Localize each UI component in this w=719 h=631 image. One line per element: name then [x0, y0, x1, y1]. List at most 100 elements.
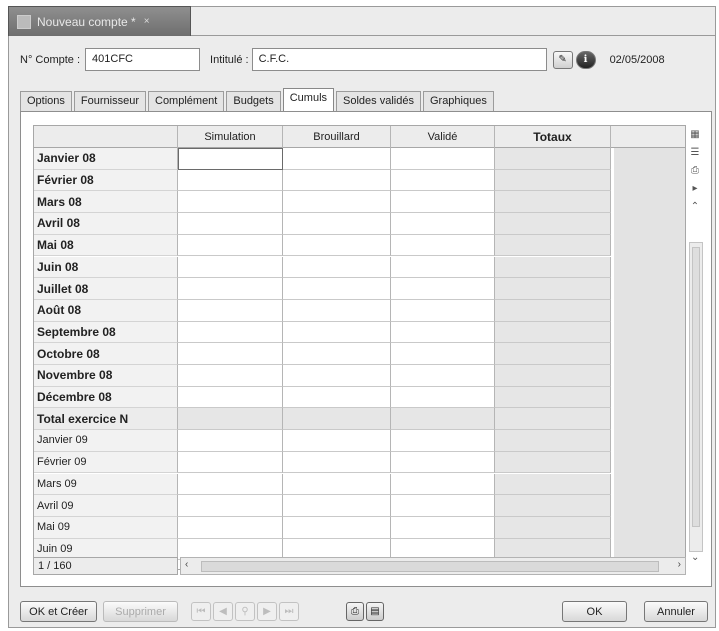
table-cell[interactable]: [495, 495, 611, 517]
table-cell[interactable]: [283, 191, 391, 214]
col-header-valide[interactable]: Validé: [391, 126, 495, 148]
table-cell[interactable]: [178, 430, 283, 452]
table-cell[interactable]: [178, 256, 283, 279]
table-cell[interactable]: [495, 430, 611, 452]
table-cell[interactable]: [495, 169, 611, 192]
table-cell[interactable]: [283, 148, 391, 170]
table-cell[interactable]: [391, 495, 495, 517]
vertical-scroll-thumb[interactable]: [692, 247, 700, 527]
table-cell[interactable]: [391, 234, 495, 257]
scroll-left-icon[interactable]: ‹: [185, 559, 188, 570]
table-cell[interactable]: [391, 430, 495, 452]
table-cell[interactable]: [495, 408, 611, 431]
note-icon[interactable]: ✎: [552, 50, 573, 69]
table-cell[interactable]: [178, 386, 283, 409]
table-cell[interactable]: [283, 343, 391, 365]
window-tab[interactable]: Nouveau compte * ×: [8, 6, 191, 36]
table-cell[interactable]: [495, 321, 611, 344]
table-cell[interactable]: [495, 473, 611, 496]
annuler-button[interactable]: Annuler: [644, 601, 708, 622]
tab-cumuls[interactable]: Cumuls: [282, 88, 335, 111]
table-cell[interactable]: [178, 213, 283, 235]
intitule-input[interactable]: C.F.C.: [251, 48, 547, 71]
table-cell[interactable]: [391, 278, 495, 300]
scroll-down-icon[interactable]: ⌄: [691, 552, 699, 563]
col-header-simulation[interactable]: Simulation: [178, 126, 283, 148]
table-cell[interactable]: [495, 234, 611, 257]
table-cell[interactable]: [391, 256, 495, 279]
table-cell[interactable]: [391, 473, 495, 496]
horizontal-scroll-thumb[interactable]: [201, 561, 659, 572]
tab-options[interactable]: Options: [20, 91, 72, 111]
table-cell[interactable]: [283, 473, 391, 496]
table-cell[interactable]: [283, 430, 391, 452]
table-cell[interactable]: [391, 365, 495, 387]
scroll-right-icon[interactable]: ›: [678, 559, 681, 570]
table-cell[interactable]: [495, 451, 611, 474]
table-cell[interactable]: [283, 495, 391, 517]
table-cell[interactable]: [283, 299, 391, 322]
supprimer-button[interactable]: Supprimer: [103, 601, 178, 622]
compte-input[interactable]: 401CFC: [85, 48, 201, 71]
table-cell[interactable]: [178, 365, 283, 387]
table-cell[interactable]: [178, 321, 283, 344]
table-cell[interactable]: [495, 191, 611, 214]
printer-icon[interactable]: ⎙: [687, 161, 703, 179]
table-cell[interactable]: [283, 408, 391, 431]
list-icon[interactable]: ☰: [687, 143, 703, 161]
table-cell[interactable]: [283, 169, 391, 192]
table-cell[interactable]: [178, 299, 283, 322]
tab-fournisseur[interactable]: Fournisseur: [73, 91, 146, 111]
table-cell[interactable]: [391, 148, 495, 170]
table-cell[interactable]: [391, 516, 495, 539]
table-cell[interactable]: [178, 278, 283, 300]
print-icon[interactable]: ⎙: [346, 602, 364, 621]
arrow-right-icon[interactable]: ▸: [687, 179, 703, 197]
table-cell[interactable]: [495, 213, 611, 235]
search-record-icon[interactable]: ⚲: [235, 602, 255, 621]
table-cell[interactable]: [391, 299, 495, 322]
table-cell[interactable]: [283, 516, 391, 539]
close-icon[interactable]: ×: [144, 16, 150, 27]
table-cell[interactable]: [178, 408, 283, 431]
table-cell[interactable]: [391, 451, 495, 474]
ok-button[interactable]: OK: [562, 601, 627, 622]
table-cell[interactable]: [178, 473, 283, 496]
table-cell[interactable]: [495, 148, 611, 170]
table-cell[interactable]: [178, 495, 283, 517]
table-cell[interactable]: [391, 321, 495, 344]
table-cell[interactable]: [283, 451, 391, 474]
table-cell[interactable]: [391, 169, 495, 192]
info-icon[interactable]: ℹ: [575, 50, 596, 69]
table-cell[interactable]: [495, 299, 611, 322]
table-cell[interactable]: [495, 278, 611, 300]
table-cell[interactable]: [178, 169, 283, 192]
first-record-icon[interactable]: ⏮: [191, 602, 211, 621]
table-cell[interactable]: [391, 213, 495, 235]
table-cell[interactable]: [178, 343, 283, 365]
table-cell[interactable]: [283, 234, 391, 257]
last-record-icon[interactable]: ⏭: [279, 602, 299, 621]
table-cell[interactable]: [495, 386, 611, 409]
horizontal-scrollbar[interactable]: ‹ ›: [180, 557, 686, 575]
table-cell[interactable]: [391, 191, 495, 214]
table-cell[interactable]: [391, 386, 495, 409]
table-cell[interactable]: [495, 365, 611, 387]
tab-budgets[interactable]: Budgets: [226, 91, 281, 111]
tab-complement[interactable]: Complément: [148, 91, 225, 111]
table-cell[interactable]: [178, 234, 283, 257]
ok-creer-button[interactable]: OK et Créer: [20, 601, 97, 622]
table-cell[interactable]: [178, 451, 283, 474]
table-cell[interactable]: [283, 386, 391, 409]
table-cell[interactable]: [283, 256, 391, 279]
preview-icon[interactable]: ▤: [366, 602, 384, 621]
table-cell[interactable]: [495, 256, 611, 279]
previous-record-icon[interactable]: ◀: [213, 602, 233, 621]
tab-graphiques[interactable]: Graphiques: [422, 91, 494, 111]
col-header-brouillard[interactable]: Brouillard: [283, 126, 391, 148]
table-cell[interactable]: [178, 148, 283, 170]
columns-icon[interactable]: ▦: [687, 125, 703, 143]
table-cell[interactable]: [178, 191, 283, 214]
table-cell[interactable]: [283, 321, 391, 344]
table-cell[interactable]: [391, 343, 495, 365]
